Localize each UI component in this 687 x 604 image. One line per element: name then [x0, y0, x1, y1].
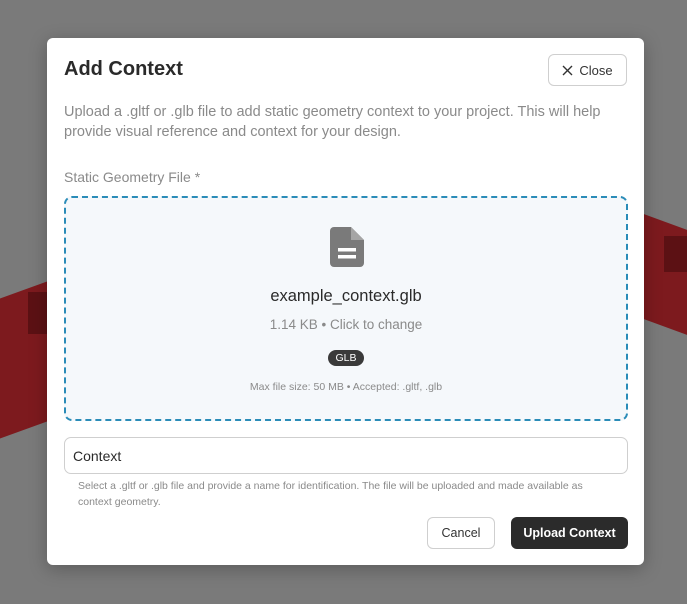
file-icon — [330, 227, 364, 267]
file-limits-text: Max file size: 50 MB • Accepted: .gltf, … — [249, 381, 443, 393]
help-text: Select a .gltf or .glb file and provide … — [78, 480, 583, 508]
context-geometry-left-post — [28, 292, 47, 334]
context-geometry-right-post — [664, 236, 687, 272]
cancel-button[interactable]: Cancel — [427, 517, 495, 549]
selected-file-meta: 1.14 KB • Click to change — [269, 317, 423, 332]
close-button[interactable]: Close — [548, 54, 627, 86]
selected-file-name: example_context.glb — [270, 287, 422, 305]
static-geometry-file-label: Static Geometry File * — [64, 169, 201, 185]
add-context-dialog: Add Context Close Upload a .gltf or .glb… — [47, 38, 644, 565]
close-button-label: Close — [579, 62, 613, 78]
file-type-badge-wrap: GLB — [66, 348, 626, 366]
file-type-badge: GLB — [328, 350, 364, 366]
context-name-input[interactable] — [64, 437, 628, 474]
dialog-description: Upload a .gltf or .glb file to add stati… — [64, 104, 601, 140]
upload-context-button[interactable]: Upload Context — [511, 517, 628, 549]
context-geometry-right — [644, 214, 687, 335]
close-icon — [562, 65, 573, 75]
file-dropzone[interactable]: example_context.glb 1.14 KB • Click to c… — [64, 196, 628, 421]
dialog-title: Add Context — [64, 58, 183, 80]
